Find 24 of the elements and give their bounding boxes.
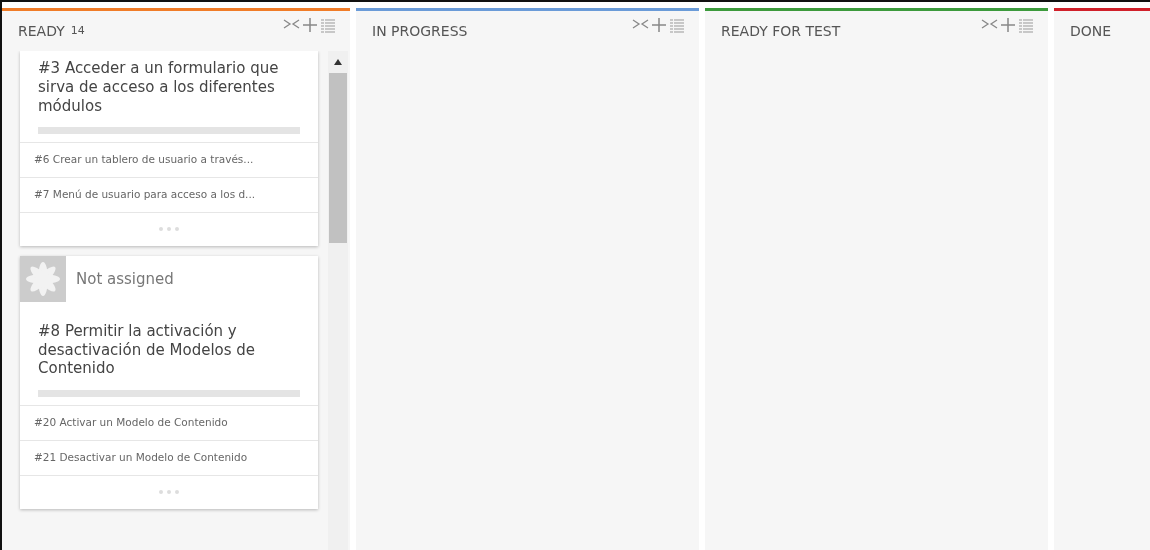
column-title: IN PROGRESS: [372, 21, 468, 41]
more-icon[interactable]: [158, 227, 180, 232]
list-icon[interactable]: [1018, 17, 1034, 33]
story-card[interactable]: #3 Acceder a un formulario que sirva de acceso a los diferentes módulos #6 Crear un tablero de usuario a través... #7 Menú de usuario para acceso a los d...: [20, 51, 318, 246]
scroll-up-icon[interactable]: [334, 59, 342, 65]
card-title: #3 Acceder a un formulario que sirva de acceso a los diferentes módulos: [37, 59, 280, 116]
task-item[interactable]: #20 Activar un Modelo de Contenido: [20, 405, 318, 440]
add-icon[interactable]: [1000, 17, 1016, 33]
add-icon[interactable]: [651, 17, 667, 33]
card-title: #8 Permitir la activación y desactivación de Modelos de Contenido: [37, 321, 257, 378]
avatar-icon: [20, 255, 66, 302]
add-icon[interactable]: [302, 17, 318, 33]
list-icon[interactable]: [669, 17, 685, 33]
assignee-name: Not assigned: [76, 268, 174, 290]
task-item[interactable]: #7 Menú de usuario para acceso a los d...: [20, 177, 318, 212]
story-card[interactable]: Not assigned #8 Permitir la activación y desactivación de Modelos de Contenido #20 Activar un Modelo de Contenido #21 Desactivar un Modelo de Contenido: [20, 255, 318, 509]
task-item[interactable]: #6 Crear un tablero de usuario a través...: [20, 142, 318, 177]
column-title: READY FOR TEST: [721, 21, 841, 41]
card-count: 14: [70, 22, 85, 39]
list-icon[interactable]: [320, 17, 336, 33]
column-title: DONE: [1070, 21, 1112, 41]
task-item[interactable]: #21 Desactivar un Modelo de Contenido: [20, 439, 318, 475]
column-title: READY: [18, 21, 65, 41]
scrollbar[interactable]: [328, 51, 348, 550]
